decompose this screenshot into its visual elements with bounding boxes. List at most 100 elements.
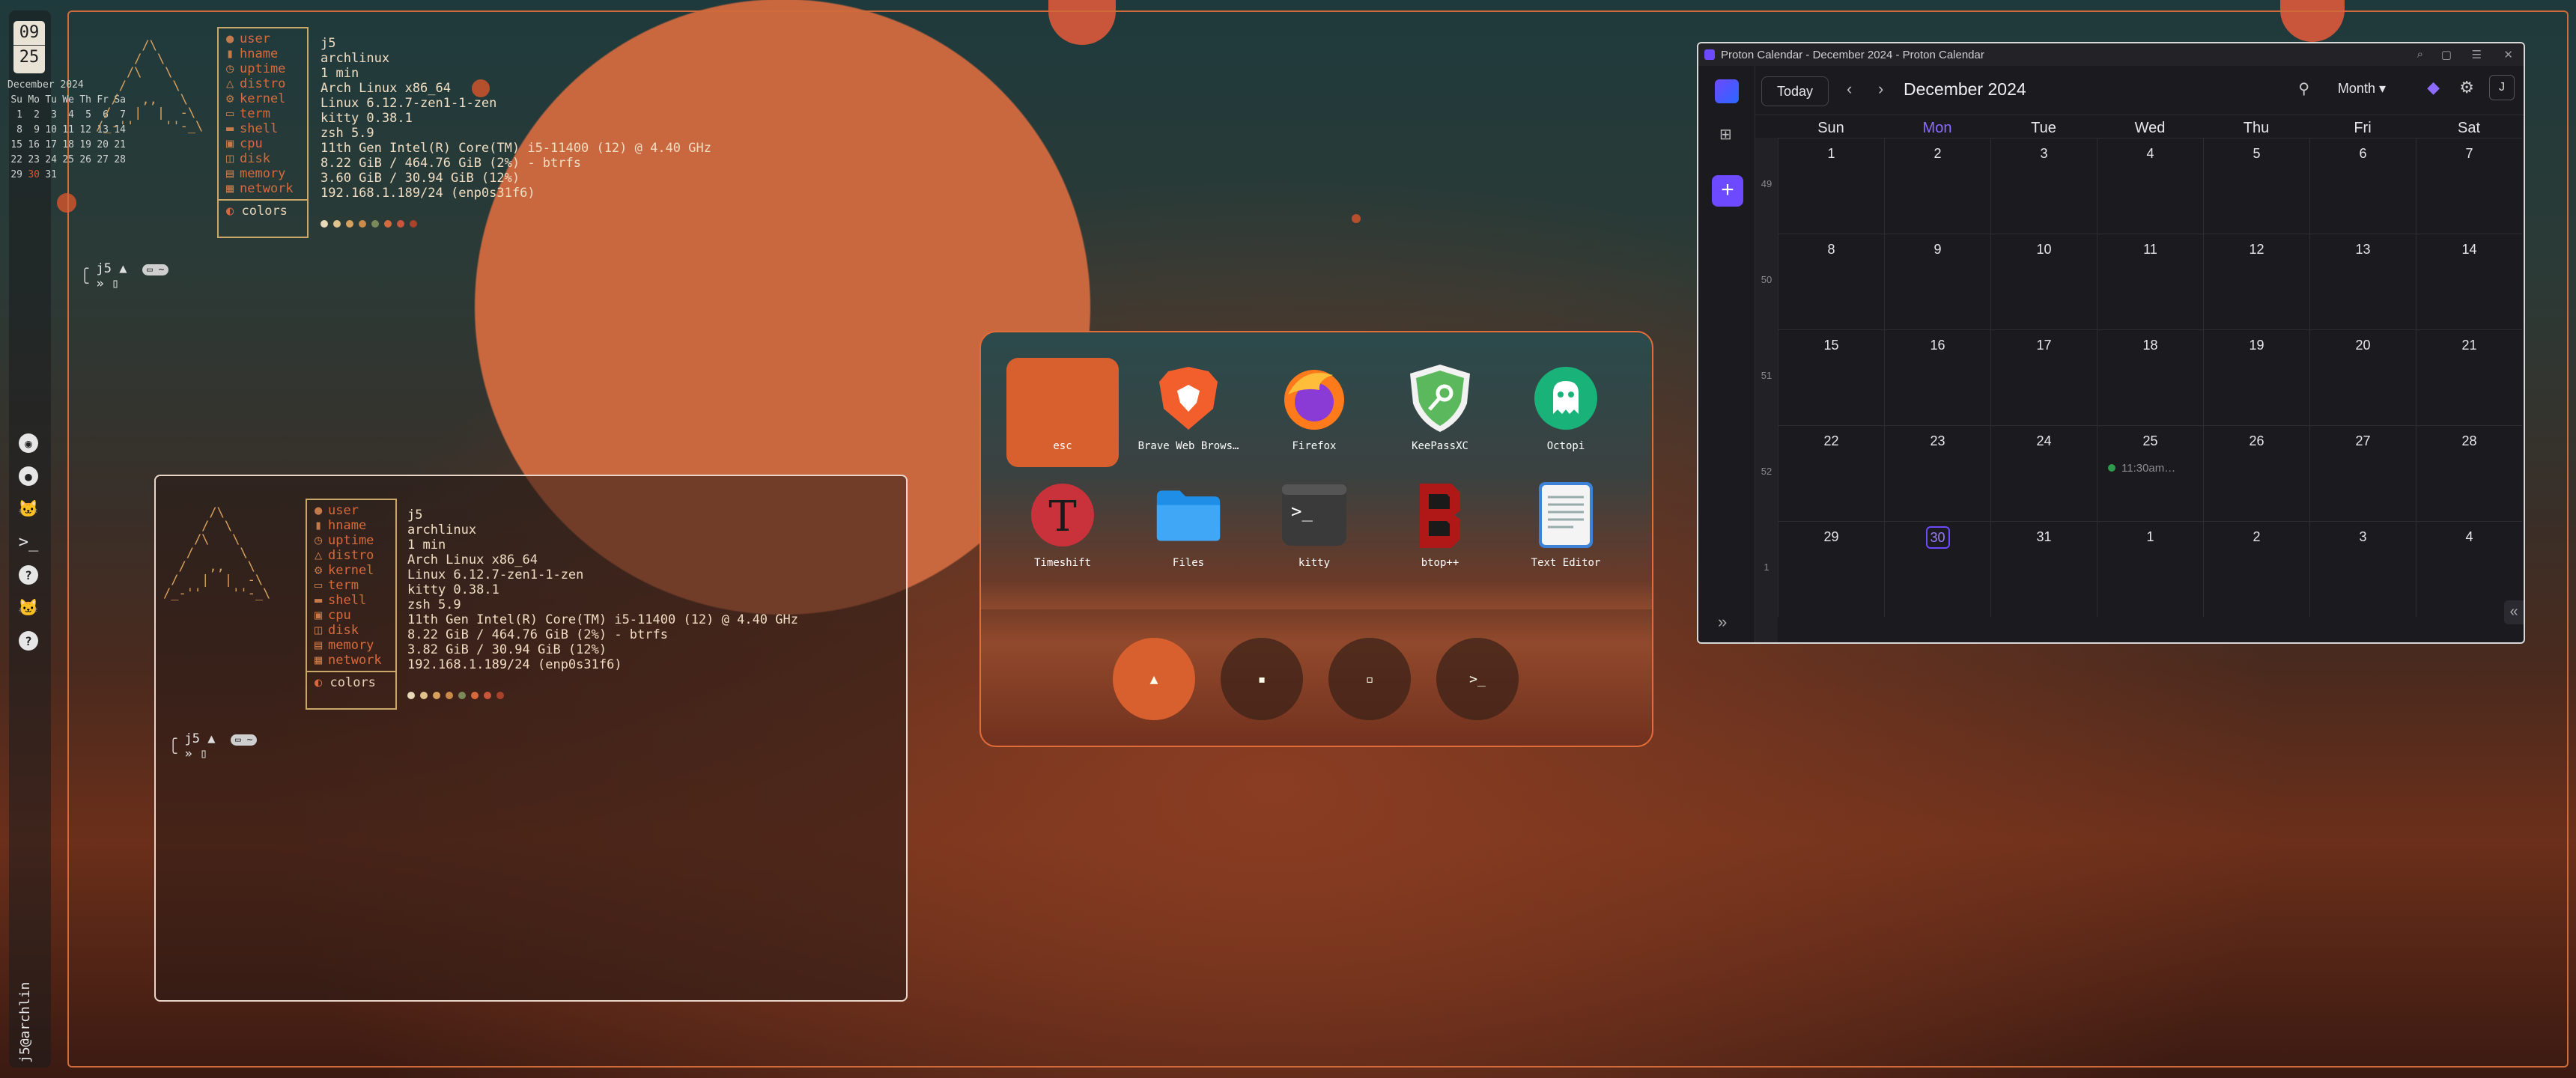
collapse-drawer-icon[interactable]: « <box>2504 600 2524 624</box>
cat-icon[interactable]: 🐱 <box>15 594 42 621</box>
launcher-app-octopi[interactable]: Octopi <box>1510 358 1622 467</box>
sysinfo-keys-box: ● user ▮ hname ◷ uptime △ distro ⚙ kernel ▭ te… <box>217 27 309 238</box>
color-palette <box>407 692 504 699</box>
day-cell[interactable]: 10 <box>1990 234 2097 329</box>
day-cell[interactable]: 1 <box>2097 521 2203 617</box>
day-cell[interactable]: 29 <box>1778 521 1884 617</box>
day-cell[interactable]: 5 <box>2203 138 2309 234</box>
day-cell[interactable]: 13 <box>2309 234 2416 329</box>
day-cell[interactable]: 25 11:30am… <box>2097 425 2203 521</box>
date-number: 9 <box>1933 242 1942 257</box>
firefox-icon[interactable]: ● <box>15 463 42 490</box>
next-month-icon[interactable]: › <box>1878 79 1883 99</box>
day-cell[interactable]: 19 <box>2203 329 2309 425</box>
week-number: 1 <box>1764 561 1770 573</box>
day-cell[interactable]: 17 <box>1990 329 2097 425</box>
shell-prompt[interactable]: ╭ j5 ▲ ▭ ~ ╰ » ▯ <box>169 732 258 761</box>
btop-icon <box>1406 481 1474 549</box>
date-number: 25 <box>2142 433 2158 448</box>
maximize-button[interactable]: ☰ <box>2472 48 2482 61</box>
settings-gear-icon[interactable]: ⚙ <box>2459 78 2474 97</box>
create-event-button[interactable]: + <box>1712 175 1743 207</box>
proton-logo[interactable] <box>1715 79 1739 103</box>
day-cell[interactable]: 30 <box>1884 521 1990 617</box>
zoom-icon[interactable]: ⌕ <box>2417 48 2423 61</box>
launcher-app-timeshift[interactable]: T Timeshift <box>1006 475 1119 584</box>
minimize-button[interactable]: ▢ <box>2441 48 2452 61</box>
launcher-app-firefox[interactable]: Firefox <box>1258 358 1370 467</box>
day-cell[interactable]: 2 <box>1884 138 1990 234</box>
day-cell[interactable]: 23 <box>1884 425 1990 521</box>
day-cell[interactable]: 6 <box>2309 138 2416 234</box>
day-cell[interactable]: 2 <box>2203 521 2309 617</box>
date-number: 11 <box>2143 242 2157 257</box>
window-titlebar[interactable]: Proton Calendar - December 2024 - Proton… <box>1698 43 2524 66</box>
app-label: kitty <box>1298 557 1331 569</box>
mini-calendar-day: 4 <box>68 109 74 121</box>
prev-month-icon[interactable]: ‹ <box>1847 79 1852 99</box>
kitty-terminal-window[interactable]: /\ / \ /\ \ / \ / ,, \ / | | -\ /_-'' ''… <box>154 475 908 1002</box>
day-cell[interactable]: 7 <box>2416 138 2522 234</box>
apps-grid-icon[interactable]: ⊞ <box>1719 127 1734 142</box>
files-mode-button[interactable]: ▪ <box>1221 638 1303 720</box>
mini-calendar-day: 16 <box>28 139 40 150</box>
app-label: Firefox <box>1292 440 1337 452</box>
day-cell[interactable]: 14 <box>2416 234 2522 329</box>
day-cell[interactable]: 18 <box>2097 329 2203 425</box>
day-cell[interactable]: 15 <box>1778 329 1884 425</box>
arch-mode-button[interactable]: ▲ <box>1113 638 1195 720</box>
launcher-app-text-editor[interactable]: Text Editor <box>1510 475 1622 584</box>
help-icon[interactable]: ? <box>15 561 42 588</box>
palette-swatch <box>346 220 353 228</box>
calendar-event[interactable]: 11:30am… <box>2108 462 2175 475</box>
day-cell[interactable]: 21 <box>2416 329 2522 425</box>
launcher-app-brave[interactable]: Brave Web Brows… <box>1132 358 1245 467</box>
github-icon[interactable]: ◉ <box>15 430 42 457</box>
launcher-app-btop[interactable]: btop++ <box>1384 475 1496 584</box>
mini-calendar-day: 31 <box>45 169 57 180</box>
launcher-app-files[interactable]: Files <box>1132 475 1245 584</box>
day-cell[interactable]: 4 <box>2097 138 2203 234</box>
upgrade-gem-icon[interactable]: ◆ <box>2427 78 2440 97</box>
day-cell[interactable]: 12 <box>2203 234 2309 329</box>
launcher-app-kitty[interactable]: >_ kitty <box>1258 475 1370 584</box>
day-cell[interactable]: 8 <box>1778 234 1884 329</box>
text-editor-icon <box>1531 481 1600 549</box>
terminal-icon[interactable]: >_ <box>15 529 42 555</box>
expand-sidebar-icon[interactable]: » <box>1718 612 1727 632</box>
day-cell[interactable]: 3 <box>2309 521 2416 617</box>
key-disk: ◫ disk <box>226 151 270 166</box>
help-icon[interactable]: ? <box>15 627 42 654</box>
view-selector[interactable]: Month ▾ <box>2338 81 2386 97</box>
avatar[interactable]: J <box>2489 75 2515 100</box>
close-button[interactable]: ✕ <box>2503 48 2513 61</box>
launcher-esc-tile[interactable]: esc <box>1006 358 1119 467</box>
day-cell[interactable]: 26 <box>2203 425 2309 521</box>
mini-calendar-day: 17 <box>45 139 57 150</box>
palette-swatch <box>397 220 404 228</box>
day-cell[interactable]: 1 <box>1778 138 1884 234</box>
day-cell[interactable]: 27 <box>2309 425 2416 521</box>
run-mode-button[interactable]: >_ <box>1436 638 1519 720</box>
search-icon[interactable]: ⚲ <box>2298 79 2309 98</box>
day-cell[interactable]: 22 <box>1778 425 1884 521</box>
day-cell[interactable]: 11 <box>2097 234 2203 329</box>
day-cell[interactable]: 28 <box>2416 425 2522 521</box>
sysinfo-keys-box: ● user ▮ hname ◷ uptime △ distro ⚙ kernel ▭ te… <box>306 499 397 710</box>
day-cell[interactable]: 16 <box>1884 329 1990 425</box>
day-cell[interactable]: 20 <box>2309 329 2416 425</box>
today-button[interactable]: Today <box>1761 76 1829 106</box>
date-number: 18 <box>2142 338 2158 353</box>
mini-calendar-day: 28 <box>114 154 126 165</box>
cat-icon[interactable]: 🐱 <box>15 496 42 523</box>
today-date-number: 30 <box>1925 526 1950 549</box>
palette-swatch <box>496 692 504 699</box>
day-cell[interactable]: 9 <box>1884 234 1990 329</box>
launcher-app-keepassxc[interactable]: KeePassXC <box>1384 358 1496 467</box>
day-cell[interactable]: 31 <box>1990 521 2097 617</box>
day-cell[interactable]: 24 <box>1990 425 2097 521</box>
window-mode-button[interactable]: ▫ <box>1328 638 1411 720</box>
day-cell[interactable]: 3 <box>1990 138 2097 234</box>
month-grid: 1 2 3 4 5 6 7 8 9 10 11 12 13 14 15 16 17 18 19 20 21 22 23 24 2… <box>1778 138 2524 642</box>
mini-calendar-day: 2 <box>34 109 40 121</box>
